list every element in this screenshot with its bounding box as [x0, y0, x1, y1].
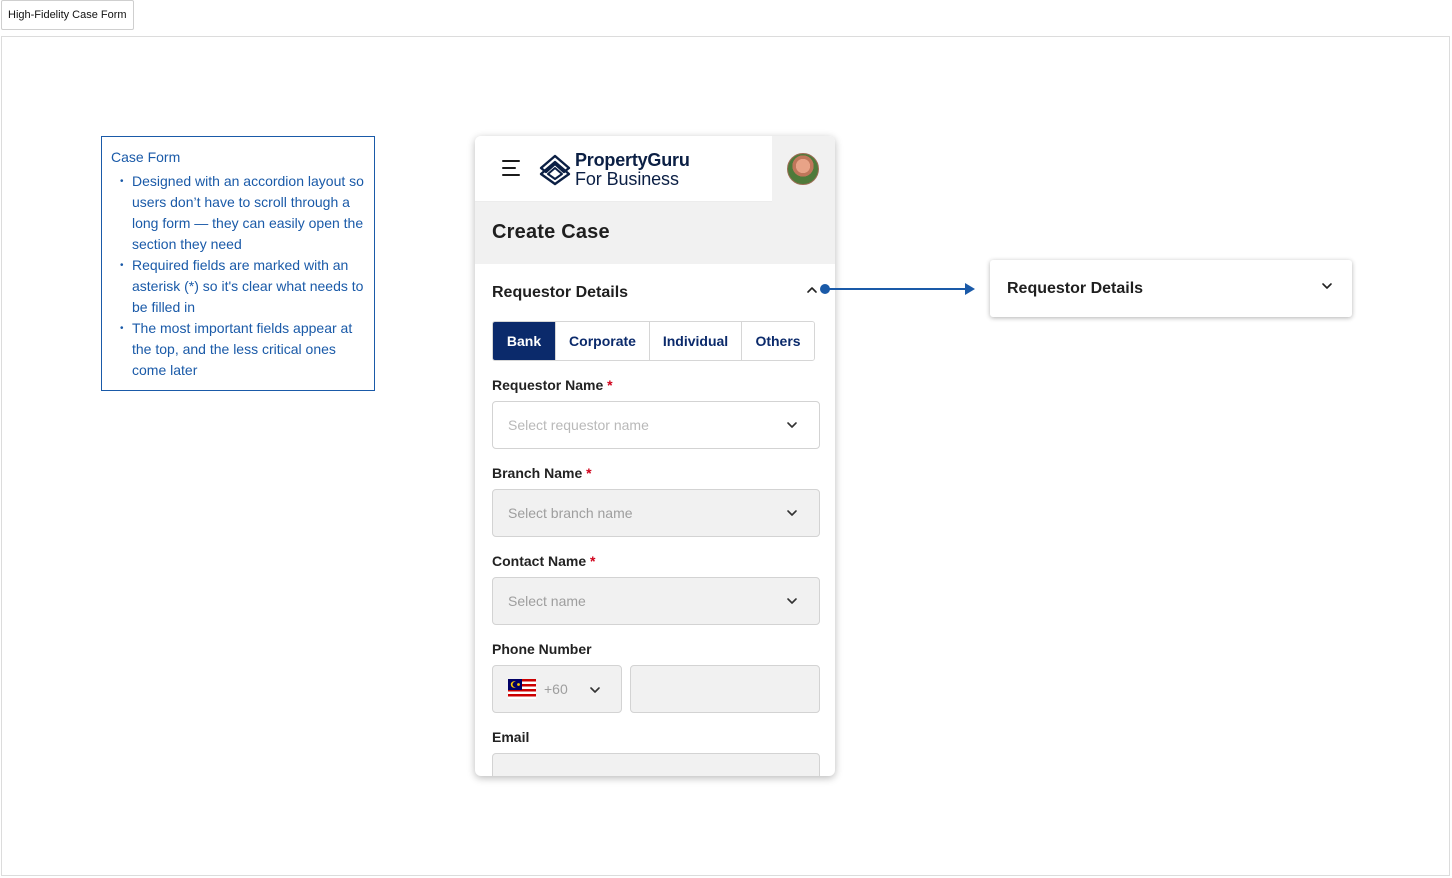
- logo-line-1: PropertyGuru: [575, 150, 690, 170]
- country-code-select[interactable]: +60: [492, 665, 622, 713]
- mobile-screen: PropertyGuru For Business Create Case Re…: [475, 136, 835, 776]
- contact-name-select[interactable]: Select name: [492, 577, 820, 625]
- chevron-up-icon[interactable]: [806, 285, 818, 295]
- page-title-band: Create Case: [475, 202, 835, 264]
- collapsed-accordion-requestor[interactable]: Requestor Details: [990, 260, 1352, 317]
- required-mark: *: [607, 377, 613, 393]
- phone-number-input[interactable]: [630, 665, 820, 713]
- requestor-name-select[interactable]: Select requestor name: [492, 401, 820, 449]
- chevron-down-icon: [590, 687, 600, 693]
- app-header: PropertyGuru For Business: [475, 136, 835, 202]
- required-mark: *: [590, 553, 596, 569]
- note-bullet: Designed with an accordion layout so use…: [111, 171, 365, 255]
- requestor-name-label: Requestor Name *: [492, 377, 613, 393]
- frame-tab-label[interactable]: High-Fidelity Case Form: [1, 0, 134, 30]
- note-bullet: Required fields are marked with an aster…: [111, 255, 365, 318]
- connector-arrow-head-icon: [965, 283, 975, 295]
- branch-name-label: Branch Name *: [492, 465, 592, 481]
- tab-corporate[interactable]: Corporate: [556, 322, 650, 360]
- phone-number-label: Phone Number: [492, 641, 592, 657]
- contact-name-placeholder: Select name: [508, 593, 586, 609]
- connector-arrow-line: [829, 288, 967, 290]
- country-code-value: +60: [544, 681, 568, 697]
- chevron-down-icon: [787, 422, 797, 428]
- contact-name-label: Contact Name *: [492, 553, 596, 569]
- chevron-down-icon[interactable]: [1321, 282, 1333, 290]
- malaysia-flag-icon: [508, 679, 536, 699]
- email-input[interactable]: [492, 753, 820, 776]
- page-title: Create Case: [492, 221, 610, 243]
- note-bullet: The most important fields appear at the …: [111, 318, 365, 381]
- tab-others[interactable]: Others: [742, 322, 814, 360]
- accordion-header-requestor[interactable]: Requestor Details: [492, 284, 628, 302]
- requestor-type-tabs: Bank Corporate Individual Others: [492, 321, 815, 361]
- note-title: Case Form: [111, 149, 181, 165]
- branch-name-select[interactable]: Select branch name: [492, 489, 820, 537]
- avatar[interactable]: [787, 153, 819, 185]
- email-label: Email: [492, 729, 530, 745]
- chevron-down-icon: [787, 510, 797, 516]
- tab-bank[interactable]: Bank: [493, 322, 556, 360]
- brand-logo-text: PropertyGuru For Business: [575, 151, 690, 189]
- collapsed-accordion-title: Requestor Details: [1007, 280, 1144, 297]
- avatar-container[interactable]: [772, 136, 835, 202]
- annotation-note: Case Form Designed with an accordion lay…: [101, 136, 375, 391]
- hamburger-icon[interactable]: [502, 160, 522, 178]
- note-bullet-list: Designed with an accordion layout so use…: [111, 171, 365, 381]
- requestor-name-placeholder: Select requestor name: [508, 417, 649, 433]
- required-mark: *: [586, 465, 592, 481]
- branch-name-placeholder: Select branch name: [508, 505, 633, 521]
- logo-line-2: For Business: [575, 169, 679, 189]
- tab-individual[interactable]: Individual: [650, 322, 742, 360]
- chevron-down-icon: [787, 598, 797, 604]
- propertyguru-logo-icon: [539, 154, 571, 186]
